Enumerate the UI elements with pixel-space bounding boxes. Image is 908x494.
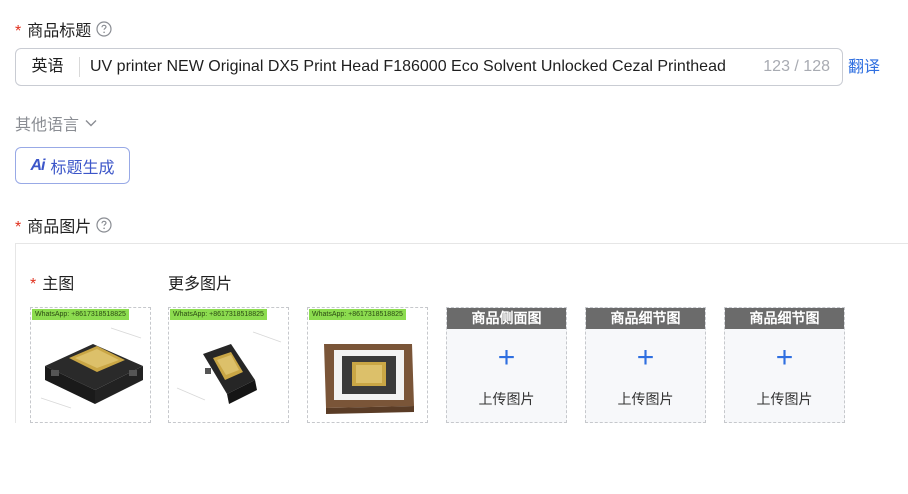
page-background — [0, 423, 908, 494]
slot-title: 商品侧面图 — [447, 308, 566, 329]
upload-label: 上传图片 — [756, 391, 813, 407]
printhead-box-photo — [324, 344, 414, 414]
other-languages-toggle[interactable]: 其他语言 — [15, 111, 97, 135]
more-image-thumbnail[interactable]: WhatsApp: +8617318518825 — [168, 307, 289, 423]
plus-icon: + — [497, 341, 516, 374]
plus-icon: + — [775, 341, 794, 374]
product-title-label: * 商品标题 — [15, 17, 112, 41]
help-icon[interactable] — [96, 217, 112, 233]
translate-link[interactable]: 翻译 — [848, 53, 880, 77]
watermark-tag: WhatsApp: +8617318518825 — [32, 309, 129, 320]
product-title-input[interactable]: 英语 UV printer NEW Original DX5 Print Hea… — [15, 48, 843, 86]
more-image-thumbnail[interactable]: WhatsApp: +8617318518825 — [307, 307, 428, 423]
upload-detail-image-slot[interactable]: 商品细节图 + 上传图片 — [585, 307, 706, 423]
language-selector[interactable]: 英语 — [16, 57, 80, 77]
chevron-down-icon — [85, 120, 97, 127]
upload-label: 上传图片 — [478, 391, 535, 407]
main-image-thumbnail[interactable]: WhatsApp: +8617318518825 — [30, 307, 151, 423]
printhead-photo — [40, 327, 143, 409]
product-title-value[interactable]: UV printer NEW Original DX5 Print Head F… — [80, 58, 757, 76]
upload-label: 上传图片 — [617, 391, 674, 407]
required-mark: * — [15, 23, 22, 40]
ai-title-generate-button[interactable]: Ai 标题生成 — [15, 147, 130, 184]
printhead-photo — [176, 331, 282, 404]
main-image-label: * 主图 — [30, 270, 74, 294]
slot-title: 商品细节图 — [725, 308, 844, 329]
watermark-tag: WhatsApp: +8617318518825 — [309, 309, 406, 320]
slot-title: 商品细节图 — [586, 308, 705, 329]
other-languages-label: 其他语言 — [15, 117, 80, 134]
upload-side-image-slot[interactable]: 商品侧面图 + 上传图片 — [446, 307, 567, 423]
more-images-label: 更多图片 — [168, 270, 232, 294]
character-counter: 123 / 128 — [763, 58, 830, 75]
product-images-label: * 商品图片 — [15, 213, 112, 237]
plus-icon: + — [636, 341, 655, 374]
required-mark: * — [15, 219, 22, 236]
more-images-label-text: 更多图片 — [168, 276, 233, 293]
main-image-label-text: 主图 — [42, 276, 75, 293]
watermark-tag: WhatsApp: +8617318518825 — [170, 309, 267, 320]
ai-icon: Ai — [30, 156, 45, 174]
product-title-label-text: 商品标题 — [27, 23, 92, 40]
product-images-label-text: 商品图片 — [27, 219, 92, 236]
required-mark: * — [30, 276, 37, 293]
upload-detail-image-slot[interactable]: 商品细节图 + 上传图片 — [724, 307, 845, 423]
help-icon[interactable] — [96, 21, 112, 37]
ai-button-label: 标题生成 — [50, 159, 115, 177]
